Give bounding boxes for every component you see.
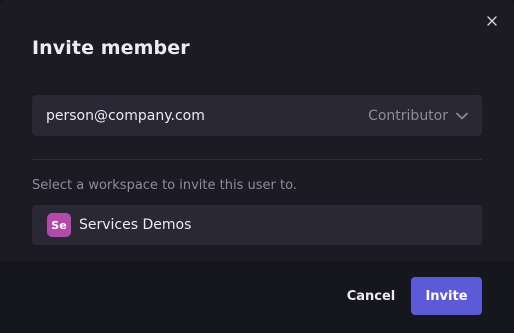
cancel-button[interactable]: Cancel — [336, 277, 406, 315]
email-role-row: Contributor — [32, 95, 482, 136]
chevron-down-icon — [456, 112, 468, 119]
invite-button[interactable]: Invite — [411, 277, 482, 315]
close-icon — [487, 16, 497, 26]
email-input[interactable] — [46, 107, 369, 124]
divider — [32, 159, 482, 160]
workspace-hint: Select a workspace to invite this user t… — [32, 178, 297, 193]
close-button[interactable] — [484, 13, 500, 29]
role-select[interactable]: Contributor — [368, 108, 468, 124]
workspace-option-services-demos[interactable]: Se Services Demos — [32, 205, 482, 245]
workspace-avatar: Se — [47, 213, 71, 237]
dialog-title: Invite member — [32, 37, 190, 59]
workspace-name: Services Demos — [79, 217, 192, 233]
invite-member-dialog: Invite member Contributor Select a works… — [0, 0, 514, 333]
role-select-label: Contributor — [368, 107, 448, 124]
